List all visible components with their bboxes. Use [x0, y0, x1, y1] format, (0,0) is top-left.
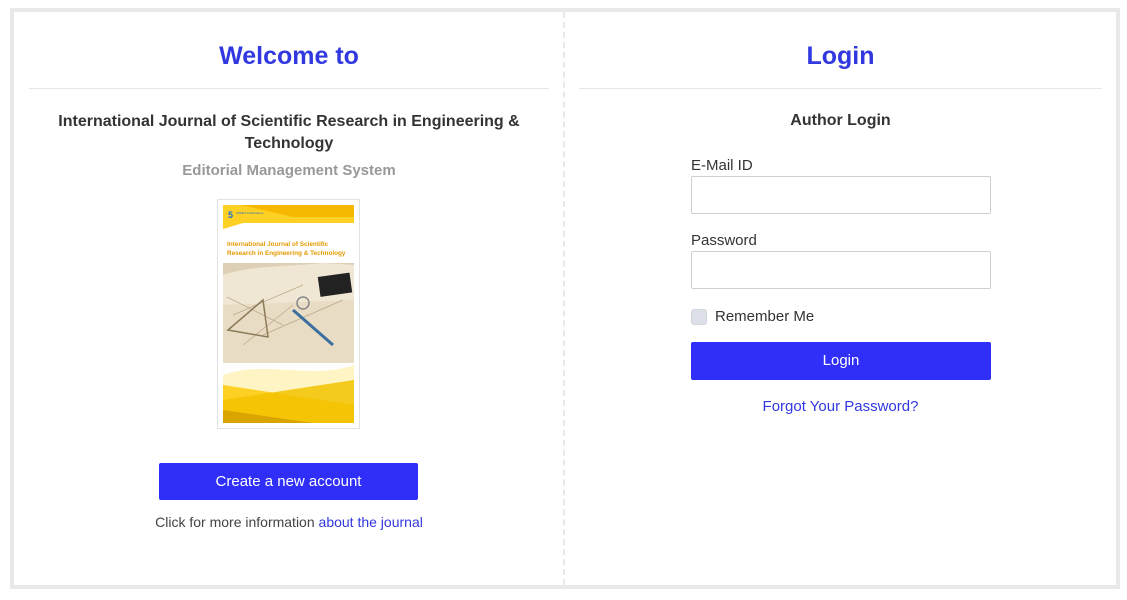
- more-info-prefix: Click for more information: [155, 514, 315, 530]
- cover-title: International Journal of Scientific Rese…: [227, 241, 346, 257]
- create-account-button[interactable]: Create a new account: [159, 463, 418, 500]
- column-divider: [563, 12, 565, 585]
- email-label: E-Mail ID: [691, 157, 753, 174]
- author-login-title: Author Login: [790, 112, 891, 129]
- more-info-text: Click for more information about the jou…: [29, 514, 549, 530]
- remember-me[interactable]: Remember Me: [691, 308, 814, 325]
- welcome-panel: Welcome to International Journal of Scie…: [29, 12, 549, 530]
- login-heading: Login: [579, 12, 1102, 89]
- email-field[interactable]: [691, 176, 991, 214]
- password-field[interactable]: [691, 251, 991, 289]
- cover-artwork: 5 IJSRET Publications International Jour…: [223, 205, 354, 423]
- system-subtitle: Editorial Management System: [182, 162, 396, 179]
- remember-me-label: Remember Me: [715, 308, 815, 325]
- remember-me-checkbox[interactable]: [691, 308, 707, 325]
- login-button[interactable]: Login: [691, 342, 991, 380]
- journal-cover-image: 5 IJSRET Publications International Jour…: [217, 199, 360, 429]
- welcome-heading: Welcome to: [29, 12, 549, 89]
- forgot-password-link[interactable]: Forgot Your Password?: [579, 398, 1102, 415]
- password-label: Password: [691, 232, 757, 249]
- login-panel: Login Author Login E-Mail ID Password Re…: [579, 12, 1102, 415]
- about-journal-link[interactable]: about the journal: [319, 514, 423, 530]
- publisher-name: IJSRET Publications: [236, 211, 264, 215]
- journal-title: International Journal of Scientific Rese…: [58, 113, 520, 152]
- publisher-logo: 5: [228, 210, 233, 220]
- main-card: Welcome to International Journal of Scie…: [10, 8, 1120, 589]
